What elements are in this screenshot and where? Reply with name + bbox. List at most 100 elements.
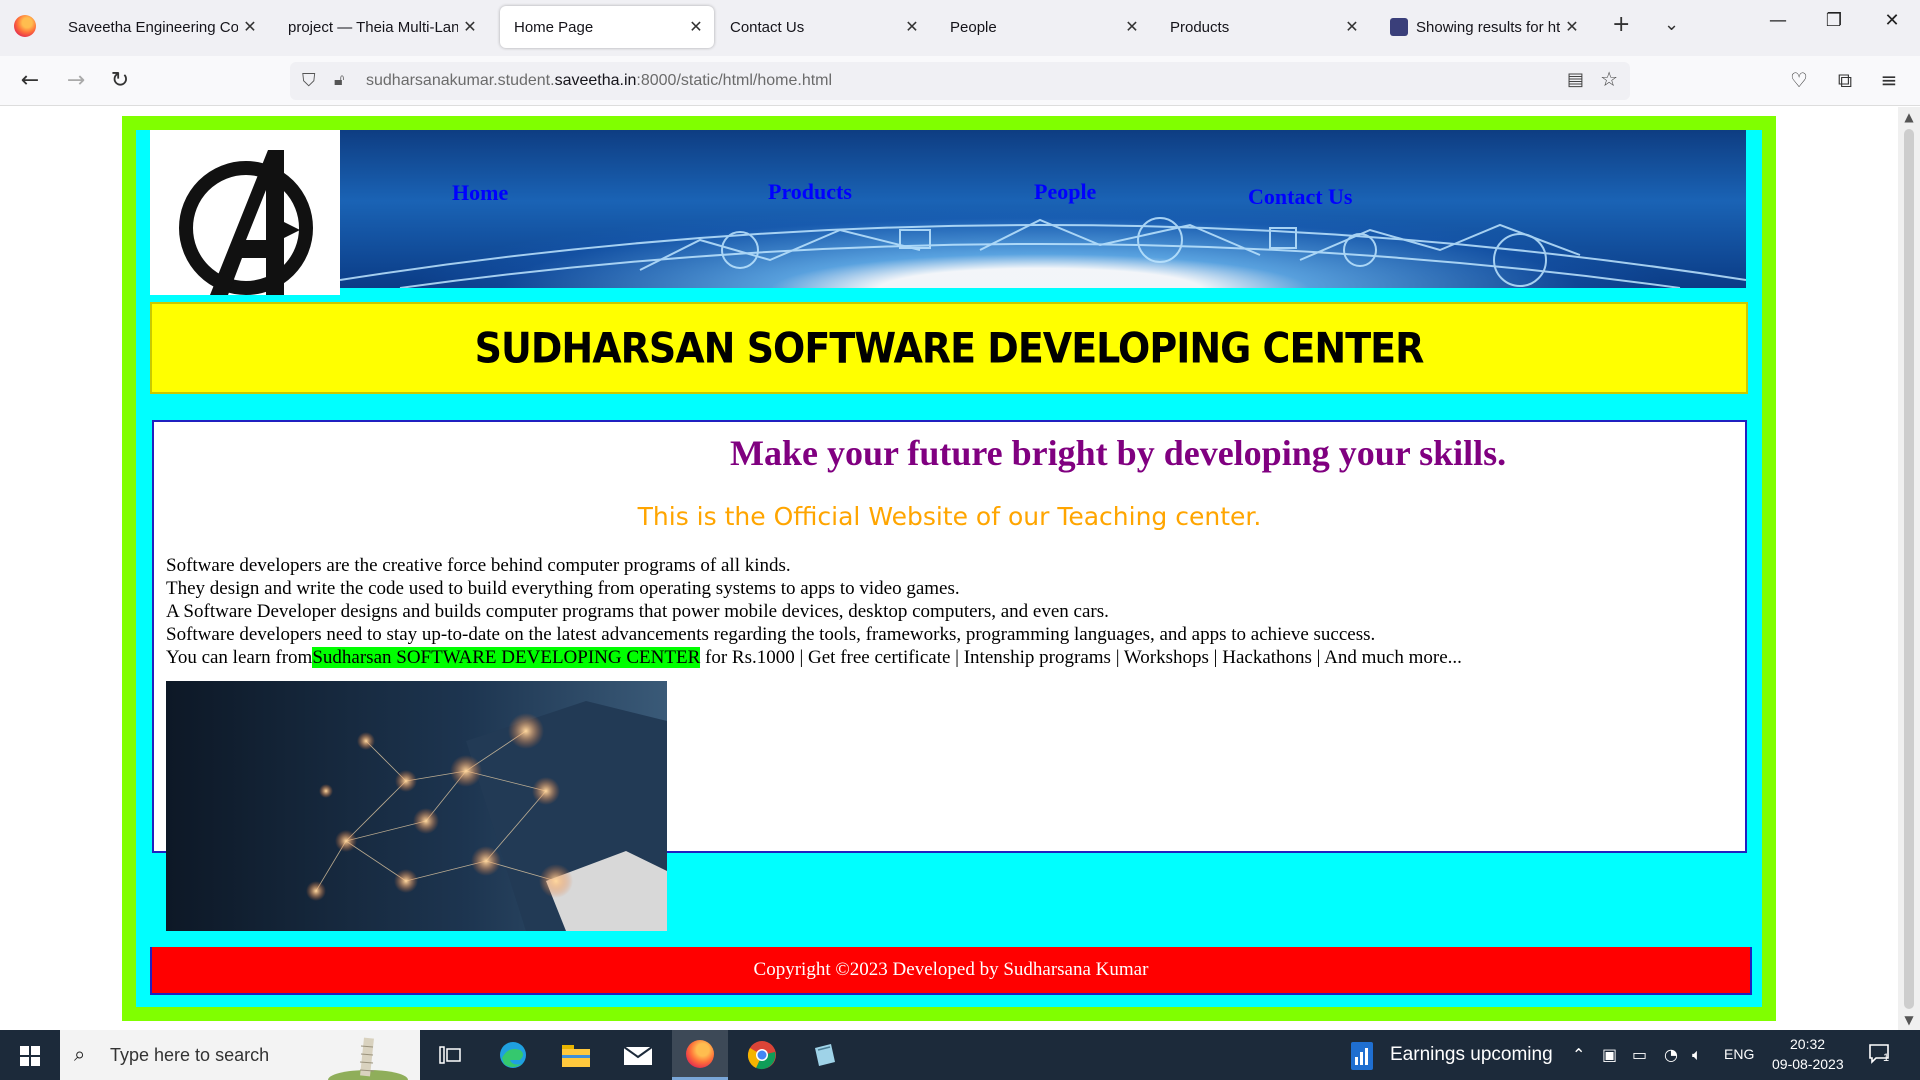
avengers-logo-icon xyxy=(179,150,313,295)
offer-details: for Rs.1000 | Get free certificate | Int… xyxy=(700,647,1462,668)
scrollbar-thumb[interactable] xyxy=(1904,129,1914,1009)
notification-count: 1 xyxy=(1883,1052,1890,1064)
taskbar: ⌕ Type here to search Earnings upcoming … xyxy=(0,1030,1920,1080)
back-icon[interactable]: ← xyxy=(14,66,46,96)
site-header: Home Products People Contact Us xyxy=(150,130,1746,295)
firefox-app[interactable] xyxy=(672,1030,728,1080)
site-logo xyxy=(150,130,340,295)
notes-icon xyxy=(815,1044,835,1066)
folder-icon xyxy=(562,1045,590,1067)
page-heading: Make your future bright by developing yo… xyxy=(730,433,1507,473)
paragraph-line: They design and write the code used to b… xyxy=(166,578,960,599)
battery-icon[interactable]: ▭ xyxy=(1632,1045,1647,1064)
tab-title: project — Theia Multi-Lan xyxy=(288,18,458,36)
description-text: Software developers are the creative for… xyxy=(166,554,1462,669)
page-scrollbar[interactable]: ▲ ▼ xyxy=(1898,107,1920,1030)
close-icon[interactable]: ✕ xyxy=(1120,17,1144,37)
close-icon[interactable]: ✕ xyxy=(684,17,708,37)
file-explorer-app[interactable] xyxy=(548,1030,604,1080)
volume-icon[interactable]: 🔈︎ xyxy=(1692,1045,1702,1065)
reload-icon[interactable]: ↻ xyxy=(104,66,136,96)
nav-contact-link[interactable]: Contact Us xyxy=(1248,184,1353,210)
network-hands-image xyxy=(166,681,667,931)
url-text[interactable]: sudharsanakumar.student.saveetha.in:8000… xyxy=(366,72,832,90)
window-close-icon[interactable]: ✕ xyxy=(1872,10,1912,31)
task-view-button[interactable] xyxy=(422,1030,478,1080)
restore-icon[interactable]: ❐ xyxy=(1814,10,1854,31)
nav-home-link[interactable]: Home xyxy=(452,180,508,206)
close-icon[interactable]: ✕ xyxy=(458,17,482,37)
show-hidden-icons-icon[interactable]: ⌃ xyxy=(1572,1045,1585,1064)
pocket-icon[interactable]: ♡ xyxy=(1784,68,1814,92)
taskbar-search[interactable]: ⌕ Type here to search xyxy=(60,1030,420,1080)
close-icon[interactable]: ✕ xyxy=(238,17,262,37)
paragraph-line: Software developers need to stay up-to-d… xyxy=(166,624,1376,645)
url-suffix: :8000/static/html/home.html xyxy=(636,72,833,89)
header-banner: Home Products People Contact Us xyxy=(340,130,1746,288)
clock-date[interactable]: 09-08-2023 xyxy=(1772,1056,1844,1072)
clock-time[interactable]: 20:32 xyxy=(1790,1036,1825,1052)
navigation-bar: ← → ↻ ⛉ 🔓︎ sudharsanakumar.student.savee… xyxy=(0,56,1920,106)
firefox-icon xyxy=(686,1039,714,1068)
screen: Saveetha Engineering Coll ✕ project — Th… xyxy=(0,0,1920,1080)
tab-search-results[interactable]: Showing results for htt ✕ xyxy=(1376,6,1590,48)
tab-title: Products xyxy=(1170,18,1230,36)
scroll-up-icon[interactable]: ▲ xyxy=(1898,110,1920,124)
mail-app[interactable] xyxy=(610,1030,666,1080)
highlighted-center-name: Sudharsan SOFTWARE DEVELOPING CENTER xyxy=(312,647,701,668)
search-placeholder: Type here to search xyxy=(110,1045,270,1065)
tab-title: Home Page xyxy=(514,18,594,36)
forward-icon[interactable]: → xyxy=(60,66,92,96)
chrome-app[interactable] xyxy=(734,1030,790,1080)
language-indicator[interactable]: ENG xyxy=(1724,1046,1754,1062)
site-title: SUDHARSAN SOFTWARE DEVELOPING CENTER xyxy=(474,323,1425,373)
windows-logo-icon xyxy=(20,1046,40,1066)
menu-icon[interactable]: ≡ xyxy=(1874,68,1904,92)
tab-home-page[interactable]: Home Page ✕ xyxy=(500,6,714,48)
url-domain: saveetha.in xyxy=(554,72,637,89)
tab-saveetha[interactable]: Saveetha Engineering Coll ✕ xyxy=(54,6,268,48)
title-banner: SUDHARSAN SOFTWARE DEVELOPING CENTER xyxy=(150,302,1748,394)
bookmark-star-icon[interactable]: ☆ xyxy=(1600,67,1618,91)
nav-products-link[interactable]: Products xyxy=(768,179,852,205)
notes-app[interactable] xyxy=(796,1030,852,1080)
wifi-icon[interactable]: ◔ xyxy=(1664,1045,1678,1064)
new-tab-icon[interactable]: + xyxy=(1612,12,1630,37)
meet-now-icon[interactable]: ▣ xyxy=(1602,1045,1617,1064)
chrome-icon xyxy=(747,1041,776,1070)
weather-widget[interactable] xyxy=(1350,1041,1376,1075)
nav-people-link[interactable]: People xyxy=(1034,179,1096,205)
start-button[interactable] xyxy=(0,1030,60,1080)
reader-view-icon[interactable]: ▤ xyxy=(1567,69,1584,90)
network-globe-graphic xyxy=(340,217,1746,288)
minimize-icon[interactable]: — xyxy=(1758,10,1798,31)
close-icon[interactable]: ✕ xyxy=(1560,17,1584,37)
paragraph-line: Software developers are the creative for… xyxy=(166,555,791,576)
tab-project[interactable]: project — Theia Multi-Lan ✕ xyxy=(274,6,488,48)
close-icon[interactable]: ✕ xyxy=(900,17,924,37)
tab-title: People xyxy=(950,18,997,36)
tab-products[interactable]: Products ✕ xyxy=(1156,6,1370,48)
page-viewport: Home Products People Contact Us SUDHARSA… xyxy=(0,107,1898,1030)
tab-contact-us[interactable]: Contact Us ✕ xyxy=(716,6,930,48)
mail-icon xyxy=(623,1046,653,1065)
tab-title: Saveetha Engineering Coll xyxy=(68,18,238,36)
tab-title: Contact Us xyxy=(730,18,805,36)
weather-text[interactable]: Earnings upcoming xyxy=(1390,1044,1553,1066)
url-bar[interactable]: ⛉ 🔓︎ sudharsanakumar.student.saveetha.in… xyxy=(290,62,1630,100)
page-subtitle: This is the Official Website of our Teac… xyxy=(637,502,1262,531)
close-icon[interactable]: ✕ xyxy=(1340,17,1364,37)
copyright-text: Copyright ©2023 Developed by Sudharsana … xyxy=(753,959,1149,980)
list-all-tabs-icon[interactable]: ⌄ xyxy=(1664,14,1679,35)
shield-icon[interactable]: ⛉ xyxy=(302,70,316,91)
insecure-lock-icon[interactable]: 🔓︎ xyxy=(334,70,344,90)
firefox-icon[interactable] xyxy=(14,15,36,37)
network-illustration xyxy=(166,681,667,931)
tab-people[interactable]: People ✕ xyxy=(936,6,1150,48)
search-icon: ⌕ xyxy=(74,1042,86,1066)
extensions-icon[interactable]: ⧉ xyxy=(1830,68,1860,92)
scroll-down-icon[interactable]: ▼ xyxy=(1898,1013,1920,1027)
edge-app[interactable] xyxy=(485,1030,541,1080)
notification-center[interactable]: 1 xyxy=(1868,1042,1892,1066)
edge-icon xyxy=(500,1042,526,1068)
